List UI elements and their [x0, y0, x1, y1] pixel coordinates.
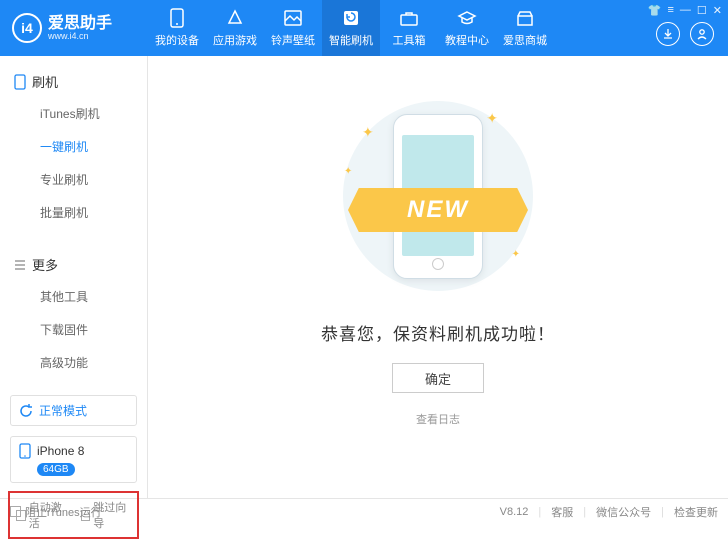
checkbox-block-itunes[interactable]: 阻止iTunes运行 — [10, 504, 102, 520]
sidebar-item-advanced[interactable]: 高级功能 — [0, 346, 147, 379]
nav-toolbox[interactable]: 工具箱 — [380, 0, 438, 56]
mode-box[interactable]: 正常模式 — [10, 395, 137, 426]
list-icon — [14, 259, 26, 271]
logo: i4 爱思助手 www.i4.cn — [0, 13, 148, 43]
nav-flash[interactable]: 智能刷机 — [322, 0, 380, 56]
user-button[interactable] — [690, 22, 714, 46]
storage-badge: 64GB — [37, 463, 75, 476]
sidebar-item-oneclick[interactable]: 一键刷机 — [0, 130, 147, 163]
sidebar: 刷机 iTunes刷机 一键刷机 专业刷机 批量刷机 更多 其他工具 下载固件 … — [0, 56, 148, 498]
window-controls: 👕 ≡ — ☐ ✕ — [648, 4, 722, 17]
app-header: i4 爱思助手 www.i4.cn 我的设备 应用游戏 铃声壁纸 智能刷机 工具… — [0, 0, 728, 56]
version-label: V8.12 — [500, 506, 529, 518]
nav-ringtone[interactable]: 铃声壁纸 — [264, 0, 322, 56]
sidebar-item-other[interactable]: 其他工具 — [0, 280, 147, 313]
image-icon — [283, 8, 303, 28]
star-icon: ✦ — [512, 249, 520, 260]
support-link[interactable]: 客服 — [551, 504, 573, 520]
sidebar-group-more[interactable]: 更多 — [0, 249, 147, 280]
sidebar-item-pro[interactable]: 专业刷机 — [0, 163, 147, 196]
device-icon — [19, 443, 31, 459]
new-ribbon: NEW — [348, 188, 528, 232]
menu-icon[interactable]: ≡ — [667, 4, 673, 17]
apps-icon — [225, 8, 245, 28]
phone-icon — [167, 8, 187, 28]
wechat-link[interactable]: 微信公众号 — [596, 504, 651, 520]
sidebar-item-download[interactable]: 下载固件 — [0, 313, 147, 346]
toolbox-icon — [399, 8, 419, 28]
nav-my-device[interactable]: 我的设备 — [148, 0, 206, 56]
main-content: ✦ ✦ ✦ ✦ NEW 恭喜您，保资料刷机成功啦！ 确定 查看日志 — [148, 56, 728, 498]
refresh-icon — [341, 8, 361, 28]
download-button[interactable] — [656, 22, 680, 46]
minimize-icon[interactable]: — — [680, 4, 691, 17]
device-name: iPhone 8 — [37, 444, 84, 458]
check-update-link[interactable]: 检查更新 — [674, 504, 718, 520]
confirm-button[interactable]: 确定 — [392, 363, 484, 393]
store-icon — [515, 8, 535, 28]
top-nav: 我的设备 应用游戏 铃声壁纸 智能刷机 工具箱 教程中心 爱思商城 — [148, 0, 554, 56]
device-box[interactable]: iPhone 8 64GB — [10, 436, 137, 483]
app-name-en: www.i4.cn — [48, 32, 112, 41]
phone-small-icon — [14, 74, 26, 90]
star-icon: ✦ — [486, 110, 498, 127]
nav-tutorial[interactable]: 教程中心 — [438, 0, 496, 56]
star-icon: ✦ — [362, 124, 374, 141]
maximize-icon[interactable]: ☐ — [697, 4, 707, 17]
view-log-link[interactable]: 查看日志 — [416, 411, 460, 427]
star-icon: ✦ — [344, 166, 352, 177]
app-name-cn: 爱思助手 — [48, 16, 112, 32]
skin-icon[interactable]: 👕 — [648, 4, 662, 17]
sidebar-group-flash[interactable]: 刷机 — [0, 66, 147, 97]
sync-icon — [19, 404, 33, 418]
success-message: 恭喜您，保资料刷机成功啦！ — [321, 320, 555, 345]
success-illustration: ✦ ✦ ✦ ✦ NEW — [338, 96, 538, 296]
close-icon[interactable]: ✕ — [713, 4, 722, 17]
sidebar-item-itunes[interactable]: iTunes刷机 — [0, 97, 147, 130]
graduation-icon — [457, 8, 477, 28]
nav-store[interactable]: 爱思商城 — [496, 0, 554, 56]
logo-icon: i4 — [12, 13, 42, 43]
nav-apps[interactable]: 应用游戏 — [206, 0, 264, 56]
sidebar-item-batch[interactable]: 批量刷机 — [0, 196, 147, 229]
